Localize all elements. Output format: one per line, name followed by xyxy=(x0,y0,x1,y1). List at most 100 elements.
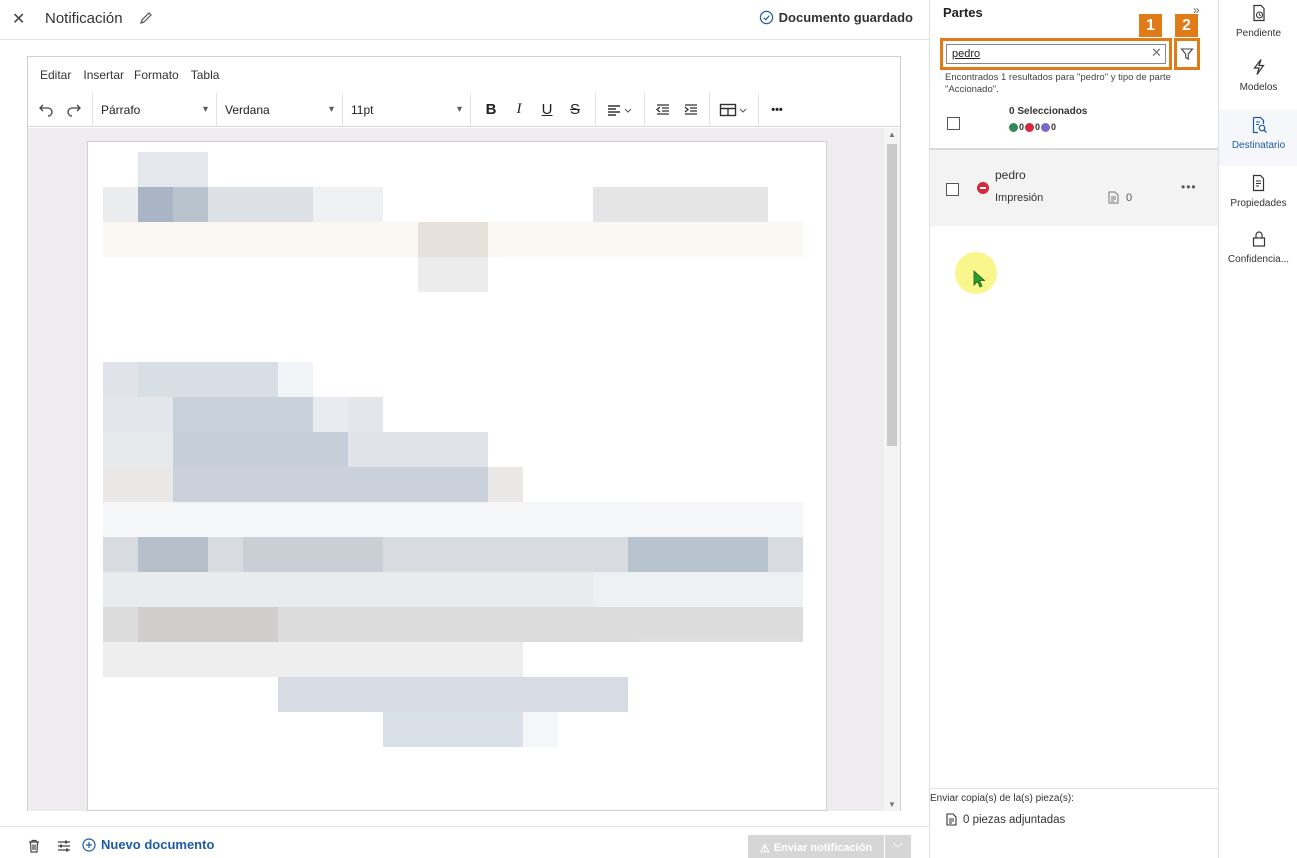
models-icon xyxy=(1252,59,1265,75)
party-list-item[interactable]: pedro Impresión 0 ••• xyxy=(930,150,1219,226)
menu-edit[interactable]: Editar xyxy=(40,68,71,82)
scroll-up-icon[interactable]: ▲ xyxy=(888,130,896,139)
settings-sliders-icon[interactable] xyxy=(56,838,72,854)
close-icon[interactable]: ✕ xyxy=(12,9,25,29)
filter-icon xyxy=(1180,48,1194,60)
status-purple-count: 0 xyxy=(1051,122,1057,132)
menu-format[interactable]: Formato xyxy=(134,68,179,82)
divider xyxy=(930,788,1219,789)
saved-status: Documento guardado xyxy=(759,10,913,25)
pending-doc-icon xyxy=(1252,4,1265,22)
more-tools-button[interactable]: ••• xyxy=(763,97,791,123)
undo-icon xyxy=(39,104,53,117)
insert-table-button[interactable] xyxy=(714,97,754,123)
chevron-down-icon: ▾ xyxy=(456,104,462,115)
redo-button[interactable] xyxy=(60,97,88,123)
search-result-info: Encontrados 1 resultados para "pedro" y … xyxy=(945,72,1171,95)
status-green-count: 0 xyxy=(1019,122,1025,132)
document-canvas xyxy=(28,128,886,811)
search-highlight-box: ✕ xyxy=(940,38,1172,70)
new-document-button[interactable]: Nuevo documento xyxy=(82,837,214,852)
chevron-down-icon: ﹀ xyxy=(892,843,904,855)
align-button[interactable] xyxy=(600,97,640,123)
bold-button[interactable]: B xyxy=(477,97,505,123)
parties-panel-title: Partes xyxy=(943,5,983,20)
menu-insert[interactable]: Insertar xyxy=(83,68,124,82)
status-red-count: 0 xyxy=(1035,122,1041,132)
menu-table[interactable]: Tabla xyxy=(191,68,220,82)
clear-search-icon[interactable]: ✕ xyxy=(1151,45,1162,61)
paragraph-style-select[interactable]: Párrafo ▾ xyxy=(93,93,217,126)
outdent-icon xyxy=(655,103,669,115)
nav-rail: Pendiente Modelos Destinatario Propiedad… xyxy=(1218,0,1297,858)
font-family-value: Verdana xyxy=(225,102,270,117)
nav-item-confidencialidad[interactable]: Confidencia... xyxy=(1219,230,1297,286)
party-search-input[interactable] xyxy=(946,44,1166,64)
saved-status-label: Documento guardado xyxy=(778,10,913,25)
chevron-down-icon: ▾ xyxy=(328,104,334,115)
undo-button[interactable] xyxy=(32,97,60,123)
document-icon xyxy=(946,813,957,826)
party-more-options[interactable]: ••• xyxy=(1181,180,1197,194)
nav-label: Confidencia... xyxy=(1227,254,1290,265)
font-size-select[interactable]: 11pt ▾ xyxy=(343,93,471,126)
align-group xyxy=(596,93,645,126)
party-checkbox[interactable] xyxy=(946,183,959,196)
document-icon xyxy=(1108,191,1119,204)
properties-icon xyxy=(1252,174,1264,192)
nav-item-pendiente[interactable]: Pendiente xyxy=(1219,4,1297,60)
filter-button[interactable] xyxy=(1174,38,1200,70)
scroll-thumb[interactable] xyxy=(887,144,897,446)
table-icon xyxy=(719,103,747,116)
attached-pieces-label: 0 piezas adjuntadas xyxy=(963,813,1066,826)
party-doc-count-value: 0 xyxy=(1126,191,1133,204)
scroll-down-icon[interactable]: ▼ xyxy=(888,800,896,809)
nav-label: Propiedades xyxy=(1230,198,1287,209)
edit-title-icon[interactable] xyxy=(138,10,154,26)
send-notification-button[interactable]: ⚠ Enviar notificación xyxy=(748,835,884,858)
indent-group xyxy=(645,93,710,126)
paragraph-style-value: Párrafo xyxy=(101,102,141,117)
select-all-checkbox[interactable] xyxy=(947,117,960,130)
party-name: pedro xyxy=(995,168,1026,182)
send-options-dropdown[interactable]: ﹀ xyxy=(885,835,911,858)
party-role: Impresión xyxy=(995,192,1044,204)
mouse-cursor-icon xyxy=(973,270,986,288)
send-notification-label: Enviar notificación xyxy=(773,842,873,854)
nav-item-destinatario[interactable]: Destinatario xyxy=(1219,110,1297,166)
new-document-label: Nuevo documento xyxy=(101,837,215,852)
party-doc-count: 0 xyxy=(1108,191,1132,204)
redo-icon xyxy=(67,104,81,117)
editor-header: ✕ Notificación Documento guardado xyxy=(0,0,929,40)
underline-button[interactable]: U xyxy=(533,97,561,123)
attached-pieces[interactable]: 0 piezas adjuntadas xyxy=(946,813,1065,826)
document-title: Notificación xyxy=(45,10,123,27)
parties-panel: Partes » 1 2 ✕ Encontrados 1 resultados … xyxy=(929,0,1219,858)
table-group xyxy=(710,93,759,126)
status-green-icon xyxy=(1009,122,1018,132)
check-circle-icon xyxy=(759,10,773,25)
lock-icon xyxy=(1252,231,1265,247)
history-group xyxy=(28,93,93,126)
plus-circle-icon xyxy=(82,837,96,852)
outdent-button[interactable] xyxy=(649,97,677,123)
trash-icon[interactable] xyxy=(26,838,42,854)
indent-button[interactable] xyxy=(677,97,705,123)
callout-badge-1: 1 xyxy=(1139,14,1162,37)
font-family-select[interactable]: Verdana ▾ xyxy=(217,93,343,126)
font-size-value: 11pt xyxy=(351,102,374,117)
recipient-icon xyxy=(1252,116,1267,134)
party-status-icon xyxy=(977,182,989,194)
nav-item-propiedades[interactable]: Propiedades xyxy=(1219,174,1297,230)
strikethrough-button[interactable]: S xyxy=(561,97,589,123)
document-scrollbar[interactable]: ▲ ▼ xyxy=(884,128,900,811)
editor-footer: Nuevo documento ⚠ Enviar notificación ﹀ xyxy=(0,826,929,858)
format-group: B I U S xyxy=(471,93,596,126)
italic-button[interactable]: I xyxy=(505,97,533,123)
nav-item-modelos[interactable]: Modelos xyxy=(1219,58,1297,114)
document-page[interactable] xyxy=(87,141,827,811)
status-counters: 0 0 0 xyxy=(1009,122,1056,132)
callout-badge-2: 2 xyxy=(1175,14,1198,37)
warning-icon: ⚠ xyxy=(759,842,770,855)
nav-label: Destinatario xyxy=(1231,140,1286,151)
